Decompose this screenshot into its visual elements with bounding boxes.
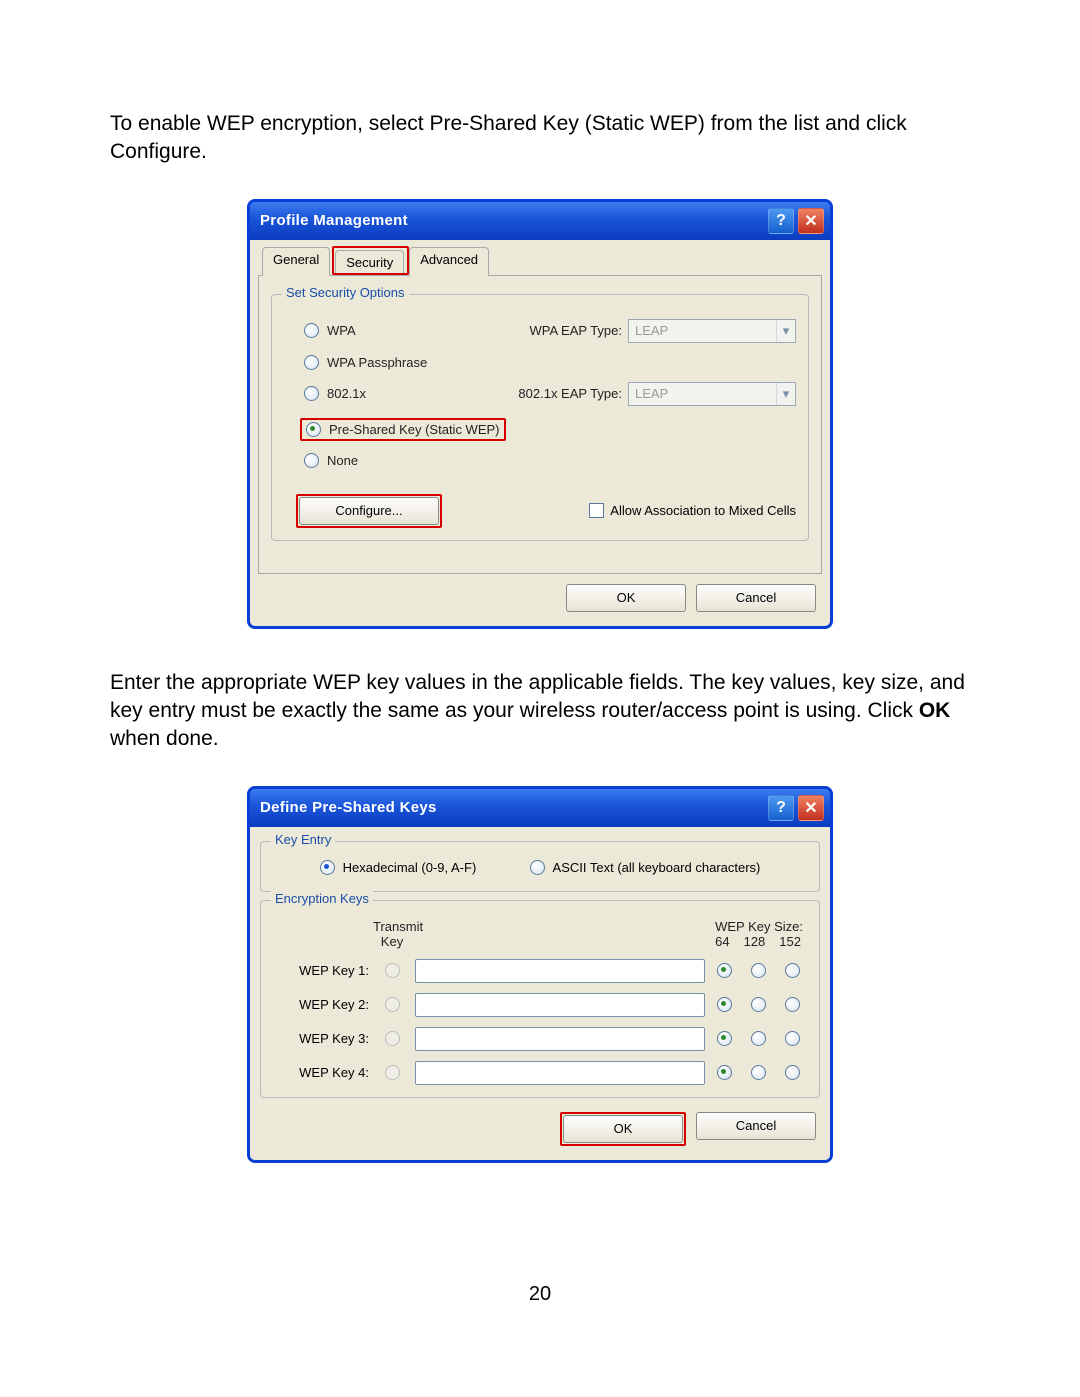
size-128-radio-1[interactable] [751, 963, 766, 978]
chevron-down-icon: ▾ [776, 320, 795, 342]
radio-wpa-label: WPA [327, 323, 356, 338]
cancel-button[interactable]: Cancel [696, 1112, 816, 1140]
help-icon[interactable]: ? [768, 208, 794, 234]
tab-security[interactable]: Security [335, 250, 404, 273]
transmit-radio-1[interactable] [385, 963, 400, 978]
radio-psk[interactable] [306, 422, 321, 437]
8021x-eap-label: 802.1x EAP Type: [518, 386, 622, 401]
close-icon[interactable]: ✕ [798, 208, 824, 234]
radio-wpa[interactable] [304, 323, 319, 338]
size-152-radio-4[interactable] [785, 1065, 800, 1080]
radio-hex-label: Hexadecimal (0-9, A-F) [343, 860, 477, 875]
group-title: Set Security Options [282, 285, 409, 300]
8021x-eap-combo[interactable]: LEAP ▾ [628, 382, 796, 406]
radio-none-label: None [327, 453, 358, 468]
ok-button[interactable]: OK [566, 584, 686, 612]
radio-8021x[interactable] [304, 386, 319, 401]
size-64-radio-4[interactable] [717, 1065, 732, 1080]
size-64-radio-2[interactable] [717, 997, 732, 1012]
radio-wpa-passphrase[interactable] [304, 355, 319, 370]
dialog-title: Define Pre-Shared Keys [260, 799, 437, 816]
size-128-radio-4[interactable] [751, 1065, 766, 1080]
wep-key-4-label: WEP Key 4: [273, 1065, 369, 1080]
tab-advanced[interactable]: Advanced [409, 247, 489, 276]
wep-key-2-label: WEP Key 2: [273, 997, 369, 1012]
profile-management-dialog: Profile Management ? ✕ General Security … [247, 199, 833, 629]
size-64-radio-3[interactable] [717, 1031, 732, 1046]
close-icon[interactable]: ✕ [798, 795, 824, 821]
ok-button[interactable]: OK [563, 1115, 683, 1143]
allow-mixed-checkbox[interactable] [589, 503, 604, 518]
key-entry-group: Key Entry Hexadecimal (0-9, A-F) ASCII T… [260, 841, 820, 892]
page-number: 20 [110, 1283, 970, 1306]
size-128-radio-2[interactable] [751, 997, 766, 1012]
size-152-radio-2[interactable] [785, 997, 800, 1012]
wep-key-3-input[interactable] [415, 1027, 705, 1051]
wpa-eap-value: LEAP [635, 323, 668, 338]
titlebar: Define Pre-Shared Keys ? ✕ [250, 789, 830, 827]
size-128-radio-3[interactable] [751, 1031, 766, 1046]
help-icon[interactable]: ? [768, 795, 794, 821]
highlight-security-tab: Security [332, 246, 409, 275]
8021x-eap-value: LEAP [635, 386, 668, 401]
tab-strip: General Security Advanced [258, 246, 822, 276]
radio-none[interactable] [304, 453, 319, 468]
radio-ascii-label: ASCII Text (all keyboard characters) [553, 860, 761, 875]
wpa-eap-combo[interactable]: LEAP ▾ [628, 319, 796, 343]
transmit-radio-4[interactable] [385, 1065, 400, 1080]
allow-mixed-label: Allow Association to Mixed Cells [610, 503, 796, 518]
security-options-group: Set Security Options WPA WPA EAP Type: L… [271, 294, 809, 541]
chevron-down-icon: ▾ [776, 383, 795, 405]
wep-key-4-input[interactable] [415, 1061, 705, 1085]
dialog-title: Profile Management [260, 212, 408, 229]
size-64-radio-1[interactable] [717, 963, 732, 978]
size-152-radio-1[interactable] [785, 963, 800, 978]
encryption-keys-group: Encryption Keys TransmitKey WEP Key Size… [260, 900, 820, 1098]
transmit-radio-3[interactable] [385, 1031, 400, 1046]
wep-key-2-input[interactable] [415, 993, 705, 1017]
highlight-configure-button: Configure... [296, 494, 442, 528]
wep-key-1-label: WEP Key 1: [273, 963, 369, 978]
doc-paragraph-1: To enable WEP encryption, select Pre-Sha… [110, 110, 970, 167]
doc-paragraph-2: Enter the appropriate WEP key values in … [110, 669, 970, 754]
configure-button[interactable]: Configure... [299, 497, 439, 525]
transmit-header: TransmitKey [373, 919, 411, 949]
radio-8021x-label: 802.1x [327, 386, 366, 401]
define-keys-dialog: Define Pre-Shared Keys ? ✕ Key Entry Hex… [247, 786, 833, 1163]
size-152-radio-3[interactable] [785, 1031, 800, 1046]
wep-key-1-input[interactable] [415, 959, 705, 983]
highlight-ok-button: OK [560, 1112, 686, 1146]
radio-wpa-passphrase-label: WPA Passphrase [327, 355, 427, 370]
wep-key-3-label: WEP Key 3: [273, 1031, 369, 1046]
highlight-psk-option: Pre-Shared Key (Static WEP) [300, 418, 506, 441]
tab-general[interactable]: General [262, 247, 330, 276]
transmit-radio-2[interactable] [385, 997, 400, 1012]
titlebar: Profile Management ? ✕ [250, 202, 830, 240]
radio-hex[interactable] [320, 860, 335, 875]
group-title: Key Entry [271, 832, 335, 847]
radio-psk-label: Pre-Shared Key (Static WEP) [329, 422, 500, 437]
cancel-button[interactable]: Cancel [696, 584, 816, 612]
group-title: Encryption Keys [271, 891, 373, 906]
wpa-eap-label: WPA EAP Type: [530, 323, 623, 338]
wep-size-header: WEP Key Size: 64 128 152 [709, 919, 807, 949]
radio-ascii[interactable] [530, 860, 545, 875]
